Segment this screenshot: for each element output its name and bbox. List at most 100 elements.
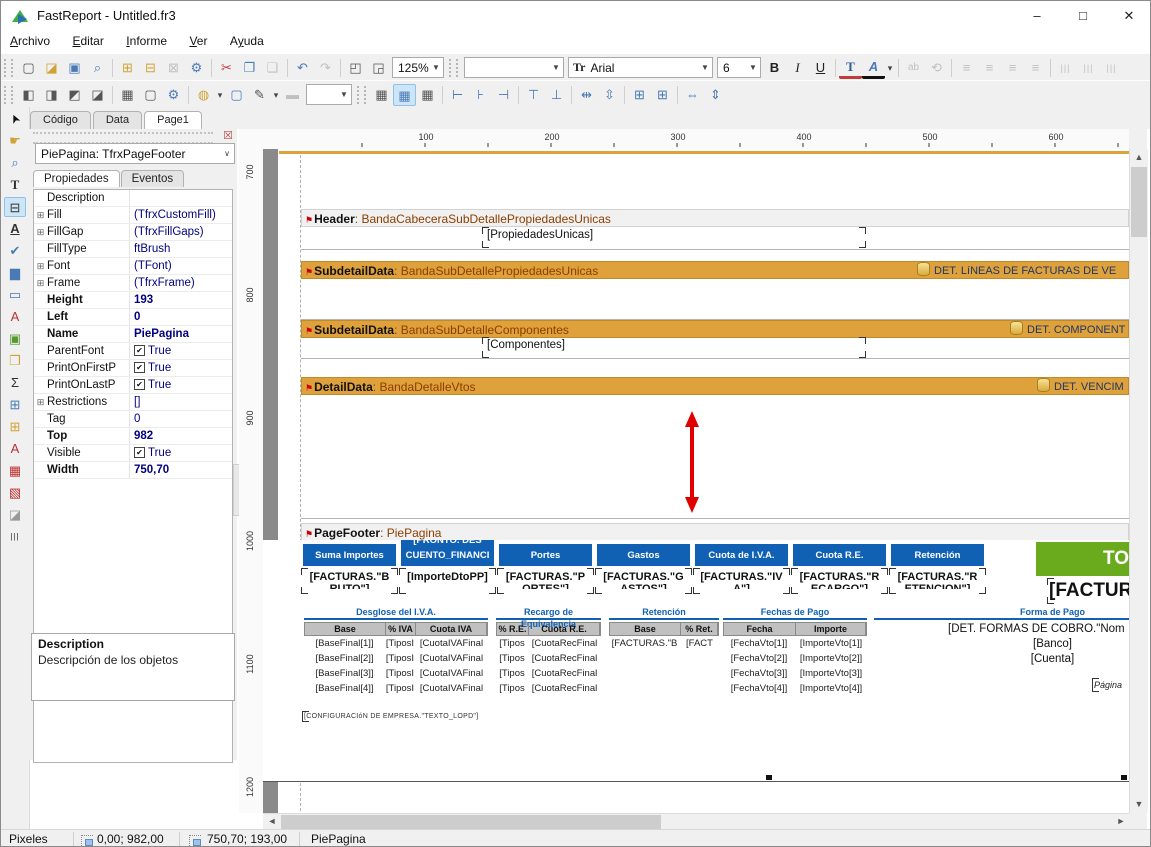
expand-icon[interactable]	[34, 428, 47, 444]
toolbar-icon[interactable]: ▬	[281, 84, 304, 106]
toolbar-icon[interactable]: ▦	[370, 84, 393, 106]
vertical-scrollbar[interactable]: ▲ ▼	[1129, 149, 1148, 813]
property-row[interactable]: ⊞ FillGap ✔(TfrxFillGaps)	[34, 224, 232, 241]
toolbar-icon[interactable]: ◩	[63, 84, 86, 106]
toolbar-icon[interactable]: |||	[1100, 57, 1123, 79]
toolbar-icon[interactable]: ◰	[344, 57, 367, 79]
footer-header-cell[interactable]: Gastos	[597, 544, 690, 566]
toolbar-icon[interactable]	[287, 59, 288, 77]
expand-icon[interactable]	[34, 292, 47, 308]
toolbar-icon[interactable]: ▾	[885, 57, 895, 79]
expand-icon[interactable]	[34, 462, 47, 478]
toolbar-icon[interactable]: ⊥	[545, 84, 568, 106]
footer-value-cell[interactable]: [FACTURAS."R ECARGO"]	[793, 570, 886, 592]
property-row[interactable]: Tag ✔0	[34, 411, 232, 428]
toolbar-icon[interactable]: |||	[1054, 57, 1077, 79]
maximize-button[interactable]: □	[1060, 1, 1106, 31]
font-size-combo[interactable]: 6▼	[717, 57, 761, 78]
footer-header-cell[interactable]: [PRONTO. DES CUENTO_FINANCI	[401, 544, 494, 566]
expand-icon[interactable]: ⊞	[34, 224, 47, 240]
chevron-down-icon[interactable]: ▼	[746, 63, 760, 72]
expand-icon[interactable]	[34, 343, 47, 359]
toolbar-icon[interactable]: ◍	[192, 84, 215, 106]
memo-propiedades-unicas[interactable]: [PropiedadesUnicas]	[484, 229, 864, 246]
expand-icon[interactable]	[34, 190, 47, 206]
chevron-down-icon[interactable]: ▼	[429, 63, 443, 72]
scroll-right-icon[interactable]: ►	[1112, 814, 1130, 829]
toolbar-icon[interactable]: B	[763, 57, 786, 79]
font-combo[interactable]: Tr Arial▼	[568, 57, 713, 78]
footer-header-cell[interactable]: Portes	[499, 544, 592, 566]
property-value[interactable]: ✔PiePagina	[130, 326, 232, 342]
property-value[interactable]: ✔True	[130, 360, 232, 376]
band-pagefooter-strip[interactable]: ⚑PageFooter: PiePagina	[301, 523, 1129, 541]
toolbar-icon[interactable]: ⊦	[469, 84, 492, 106]
table-row[interactable]: [FACTURAS."B [FACT	[609, 636, 719, 651]
total-label-cell[interactable]: TO	[1036, 542, 1129, 576]
panel-close-icon[interactable]: ☒	[223, 129, 233, 142]
footer-summary-cell[interactable]: Portes [FACTURAS."P ORTES"]	[499, 544, 592, 592]
palette-icon[interactable]: ▧	[4, 483, 26, 503]
report-page[interactable]: ⚑Header: BandaCabeceraSubDetallePropieda…	[263, 149, 1129, 813]
toolbar-icon[interactable]: ◲	[367, 57, 390, 79]
resize-arrow-icon[interactable]	[685, 411, 699, 513]
property-value[interactable]: ✔0	[130, 309, 232, 325]
toolbar-icon[interactable]: ⊤	[522, 84, 545, 106]
palette-icon[interactable]: Σ	[4, 373, 26, 393]
table-row[interactable]: [FechaVto[3]] [ImporteVto[3]]	[723, 666, 867, 681]
band-subdetail1-strip[interactable]: ⚑SubdetailData: BandaSubDetallePropiedad…	[301, 261, 1129, 279]
designer-tab[interactable]: Código	[30, 111, 91, 129]
property-value[interactable]: ✔(TfrxCustomFill)	[130, 207, 232, 223]
table-fechas-pago[interactable]: Fechas de Pago Fecha Importe [FechaVto[1…	[723, 606, 867, 696]
designer-tab[interactable]: Page1	[144, 111, 202, 129]
toolbar-icon[interactable]: ▢	[17, 57, 40, 79]
footer-value-cell[interactable]: [FACTURAS."IV A"]	[695, 570, 788, 592]
expand-icon[interactable]: ⊞	[34, 207, 47, 223]
toolbar-icon[interactable]: ⚙	[185, 57, 208, 79]
toolbar-icon[interactable]: ❐	[238, 57, 261, 79]
payment-line[interactable]: [DET. FORMAS DE COBRO."Nom	[874, 622, 1129, 637]
style-combo[interactable]: ▼	[464, 57, 564, 78]
toolbar-icon[interactable]: I	[786, 57, 809, 79]
toolbar-icon[interactable]: ▢	[225, 84, 248, 106]
palette-icon[interactable]: ◪	[4, 505, 26, 525]
lopd-text[interactable]: [CONFIGURACIóN DE EMPRESA."TEXTO_LOPD"]	[304, 713, 478, 720]
footer-summary-cell[interactable]: [PRONTO. DES CUENTO_FINANCI [ImporteDtoP…	[401, 544, 494, 592]
toolbar-icon[interactable]: ↶	[291, 57, 314, 79]
payment-section[interactable]: Forma de Pago [DET. FORMAS DE COBRO."Nom…	[874, 606, 1129, 667]
toolbar-icon[interactable]: ⌕	[86, 57, 109, 79]
property-row[interactable]: PrintOnLastP ✔True	[34, 377, 232, 394]
toolbar-icon[interactable]: ⇔	[681, 84, 704, 106]
property-value[interactable]: ✔ftBrush	[130, 241, 232, 257]
chevron-down-icon[interactable]: ∨	[220, 149, 234, 158]
table-row[interactable]: [FechaVto[2]] [ImporteVto[2]]	[723, 651, 867, 666]
toolbar-icon[interactable]: ▢	[139, 84, 162, 106]
toolbar-icon[interactable]: ≡	[978, 57, 1001, 79]
palette-icon[interactable]: ▆	[4, 263, 26, 283]
footer-summary-cell[interactable]: Retención [FACTURAS."R ETENCION"]	[891, 544, 984, 592]
table-row[interactable]: [FechaVto[4]] [ImporteVto[4]]	[723, 681, 867, 696]
palette-icon[interactable]: ▣	[4, 329, 26, 349]
inspector-tab[interactable]: Propiedades	[33, 170, 120, 187]
toolbar-icon[interactable]: ▦	[393, 84, 416, 106]
toolbar-grip[interactable]	[449, 59, 458, 77]
palette-icon[interactable]: ➤	[1, 105, 28, 133]
band-header-strip[interactable]: ⚑Header: BandaCabeceraSubDetallePropieda…	[301, 209, 1129, 227]
toolbar-icon[interactable]	[211, 59, 212, 77]
toolbar-icon[interactable]: ⇕	[704, 84, 727, 106]
band-resize-handle[interactable]	[766, 775, 772, 780]
footer-summary-cell[interactable]: Suma Importes [FACTURAS."B RUTO"]	[303, 544, 396, 592]
property-row[interactable]: FillType ✔ftBrush	[34, 241, 232, 258]
property-value[interactable]: ✔True	[130, 343, 232, 359]
toolbar-icon[interactable]: ↷	[314, 57, 337, 79]
checkbox-icon[interactable]: ✔	[134, 345, 145, 356]
palette-icon[interactable]: ⊟	[4, 197, 26, 217]
minimize-button[interactable]: –	[1014, 1, 1060, 31]
toolbar-icon[interactable]: ⊣	[492, 84, 515, 106]
toolbar-icon[interactable]: A	[862, 57, 885, 79]
zoom-combo[interactable]: 125%▼	[392, 57, 444, 78]
band-subdetail2-strip[interactable]: ⚑SubdetailData: BandaSubDetalleComponent…	[301, 320, 1129, 338]
checkbox-icon[interactable]: ✔	[134, 362, 145, 373]
total-value-cell[interactable]: [FACTUR	[1049, 580, 1129, 602]
property-row[interactable]: ⊞ Restrictions ✔[]	[34, 394, 232, 411]
